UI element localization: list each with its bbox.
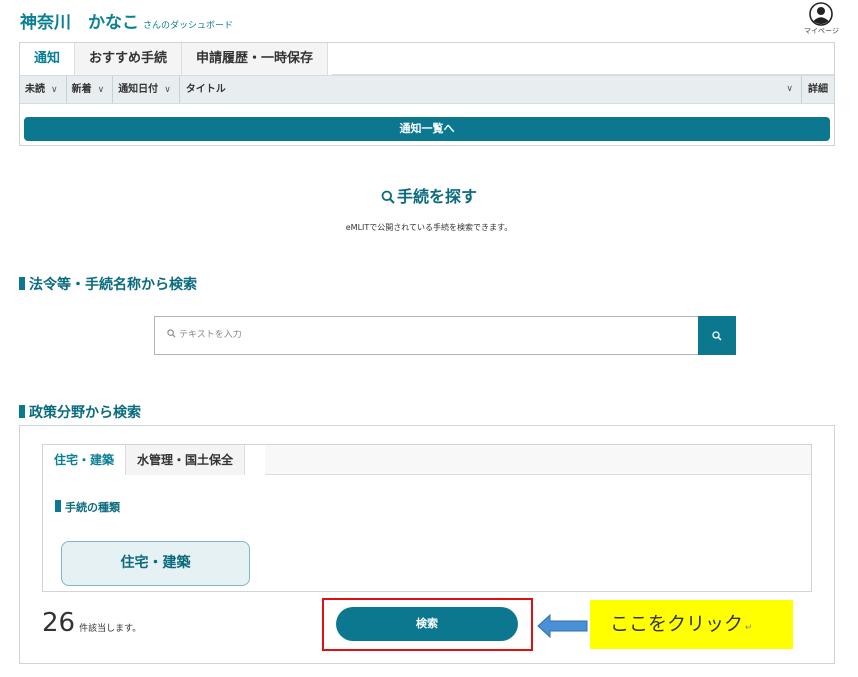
- procedure-kind-chip[interactable]: 住宅・建築: [61, 541, 250, 586]
- chevron-down-icon: ∨: [97, 85, 105, 95]
- filter-unread-label: 未読: [25, 84, 45, 95]
- keyword-search-button[interactable]: [698, 316, 736, 355]
- section-mark: [19, 405, 25, 418]
- tab-notice[interactable]: 通知: [20, 43, 76, 75]
- dashboard-title: 神奈川 かなこ さんのダッシュボード: [20, 8, 233, 33]
- user-name: 神奈川 かなこ: [20, 13, 139, 33]
- filter-date-label: 通知日付: [118, 84, 159, 95]
- filter-newest-label: 新着: [71, 84, 92, 95]
- procedure-kind-title: 手続の種類: [55, 499, 120, 515]
- policy-tabs-filler: [265, 445, 811, 475]
- keyword-search-input[interactable]: [179, 330, 679, 340]
- filter-notice-date[interactable]: 通知日付 ∨: [113, 76, 180, 103]
- filter-newest[interactable]: 新着 ∨: [67, 76, 114, 103]
- chevron-down-icon: ∨: [164, 85, 171, 95]
- section-mark: [55, 500, 61, 512]
- mypage-label: マイページ: [804, 27, 839, 35]
- chevron-down-icon: ∨: [786, 84, 793, 94]
- procedure-kind-text: 手続の種類: [65, 501, 120, 514]
- click-here-callout: ここをクリック ↵: [590, 600, 793, 649]
- keyword-section-title: 法令等・手続名称から検索: [19, 274, 197, 294]
- filter-unread[interactable]: 未読 ∨: [20, 76, 67, 103]
- keyword-search-field: [154, 316, 699, 355]
- section-mark: [19, 277, 25, 290]
- title-suffix: さんのダッシュボード: [143, 21, 234, 31]
- notice-list-button[interactable]: 通知一覧へ: [24, 117, 830, 141]
- keyword-section-text: 法令等・手続名称から検索: [29, 277, 197, 293]
- callout-text: ここをクリック: [610, 614, 744, 635]
- search-description: eMLITで公開されている手続を検索できます。: [345, 223, 513, 232]
- header: 神奈川 かなこ さんのダッシュボード マイページ: [0, 0, 858, 44]
- search-heading: 手続を探す: [0, 183, 858, 207]
- result-count: 26 件該当します。: [42, 608, 141, 638]
- return-mark: ↵: [745, 622, 753, 632]
- tab-water-management[interactable]: 水管理・国土保全: [126, 445, 246, 475]
- search-icon: [167, 329, 176, 338]
- search-icon: [712, 330, 722, 341]
- mypage-link[interactable]: マイページ: [804, 2, 839, 36]
- column-detail: 詳細: [808, 84, 828, 95]
- tabs-filler: [332, 43, 834, 75]
- policy-tabs: 住宅・建築 水管理・国土保全: [43, 445, 246, 475]
- filter-title-label: タイトル: [185, 84, 226, 95]
- tab-recommended[interactable]: おすすめ手続: [75, 43, 183, 75]
- policy-section-text: 政策分野から検索: [29, 405, 141, 421]
- arrow-left-icon: [537, 613, 588, 639]
- result-count-number: 26: [42, 608, 76, 638]
- policy-inner-panel: 住宅・建築 水管理・国土保全 手続の種類 住宅・建築: [42, 444, 812, 592]
- search-heading-text: 手続を探す: [396, 187, 477, 206]
- user-avatar-icon: [809, 2, 833, 26]
- notice-filter-row: 未読 ∨ 新着 ∨ 通知日付 ∨ タイトル ∨ 詳細: [20, 75, 834, 104]
- notice-panel: 通知 おすすめ手続 申請履歴・一時保存 未読 ∨ 新着 ∨ 通知日付 ∨ タイトル ∨ …: [19, 42, 835, 146]
- filter-title[interactable]: タイトル ∨: [180, 76, 802, 103]
- policy-section-title: 政策分野から検索: [19, 402, 141, 422]
- search-icon: [381, 190, 395, 204]
- result-count-unit: 件該当します。: [79, 624, 142, 634]
- tab-housing[interactable]: 住宅・建築: [43, 445, 127, 475]
- chevron-down-icon: ∨: [51, 85, 58, 95]
- notice-tabs: 通知 おすすめ手続 申請履歴・一時保存: [20, 43, 329, 75]
- search-submit-button[interactable]: 検索: [336, 607, 518, 641]
- tab-history[interactable]: 申請履歴・一時保存: [182, 43, 329, 75]
